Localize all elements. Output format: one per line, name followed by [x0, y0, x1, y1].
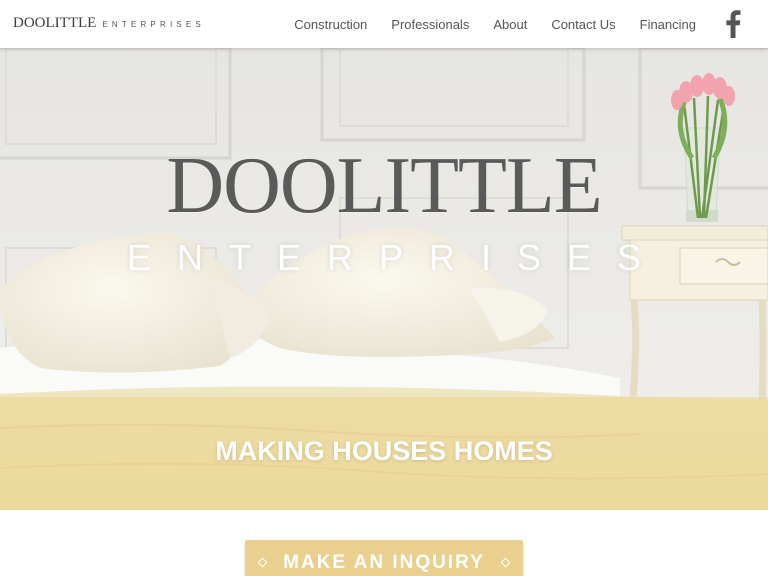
hero-section: DOOLITTLE ENTERPRISES MAKING HOUSES HOME… — [0, 48, 768, 510]
diamond-icon — [257, 557, 268, 568]
site-header: DOOLITTLE ENTERPRISES Construction Profe… — [0, 0, 768, 48]
nav-contact-us[interactable]: Contact Us — [551, 17, 615, 32]
main-nav: Construction Professionals About Contact… — [270, 0, 696, 48]
make-inquiry-label: MAKE AN INQUIRY — [283, 552, 485, 573]
site-logo[interactable]: DOOLITTLE ENTERPRISES — [13, 15, 205, 32]
diamond-icon — [500, 557, 511, 568]
make-inquiry-button[interactable]: MAKE AN INQUIRY — [245, 540, 523, 576]
logo-wordmark: DOOLITTLE — [13, 15, 97, 31]
facebook-icon[interactable] — [720, 9, 746, 39]
nav-financing[interactable]: Financing — [640, 17, 696, 32]
nav-construction[interactable]: Construction — [294, 17, 367, 32]
nav-professionals[interactable]: Professionals — [391, 17, 469, 32]
nav-about[interactable]: About — [493, 17, 527, 32]
hero-tagline: MAKING HOUSES HOMES — [215, 436, 553, 466]
logo-tagline: ENTERPRISES — [102, 20, 205, 29]
hero-subtitle: ENTERPRISES — [126, 237, 668, 278]
hero-title: DOOLITTLE — [166, 142, 602, 230]
